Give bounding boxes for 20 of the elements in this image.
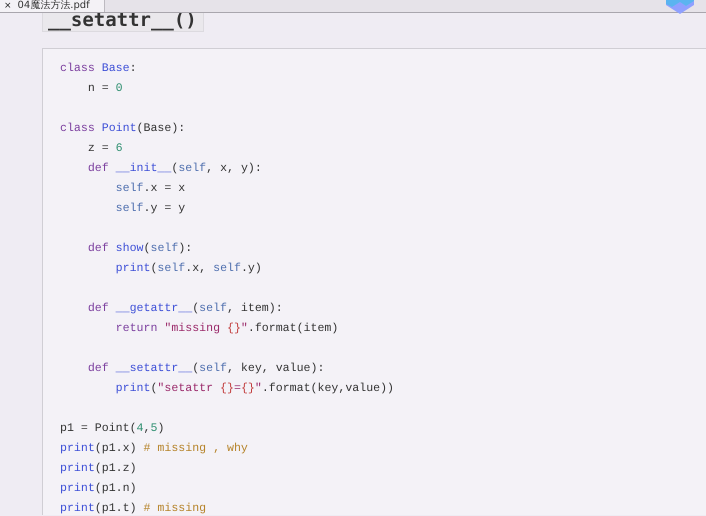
code-line: class Base: xyxy=(60,61,138,77)
code-line: class Point(Base): xyxy=(60,121,186,137)
code-line: self.x = x xyxy=(114,181,186,197)
code-line: def show(self): xyxy=(86,241,194,257)
code-line: print(p1.x) # missing , why xyxy=(60,441,249,457)
cube-logo-icon xyxy=(664,0,696,15)
close-button[interactable]: × xyxy=(4,0,12,12)
code-line: z = 6 xyxy=(86,141,124,157)
code-line: print("setattr {}={}".format(key,value)) xyxy=(114,381,396,397)
code-line: print(p1.z) xyxy=(60,461,138,477)
code-line: def __setattr__(self, key, value): xyxy=(86,361,326,377)
code-line: return "missing {}".format(item) xyxy=(114,321,340,337)
code-line: p1 = Point(4,5) xyxy=(60,421,166,437)
code-line: def __getattr__(self, item): xyxy=(86,301,284,317)
code-line: self.y = y xyxy=(114,201,186,217)
code-line: print(self.x, self.y) xyxy=(114,261,263,277)
code-line: print(p1.n) xyxy=(60,481,138,497)
code-line: print(p1.t) # missing xyxy=(60,501,208,515)
code-line: n = 0 xyxy=(86,81,124,97)
code-line: def __init__(self, x, y): xyxy=(86,161,263,177)
